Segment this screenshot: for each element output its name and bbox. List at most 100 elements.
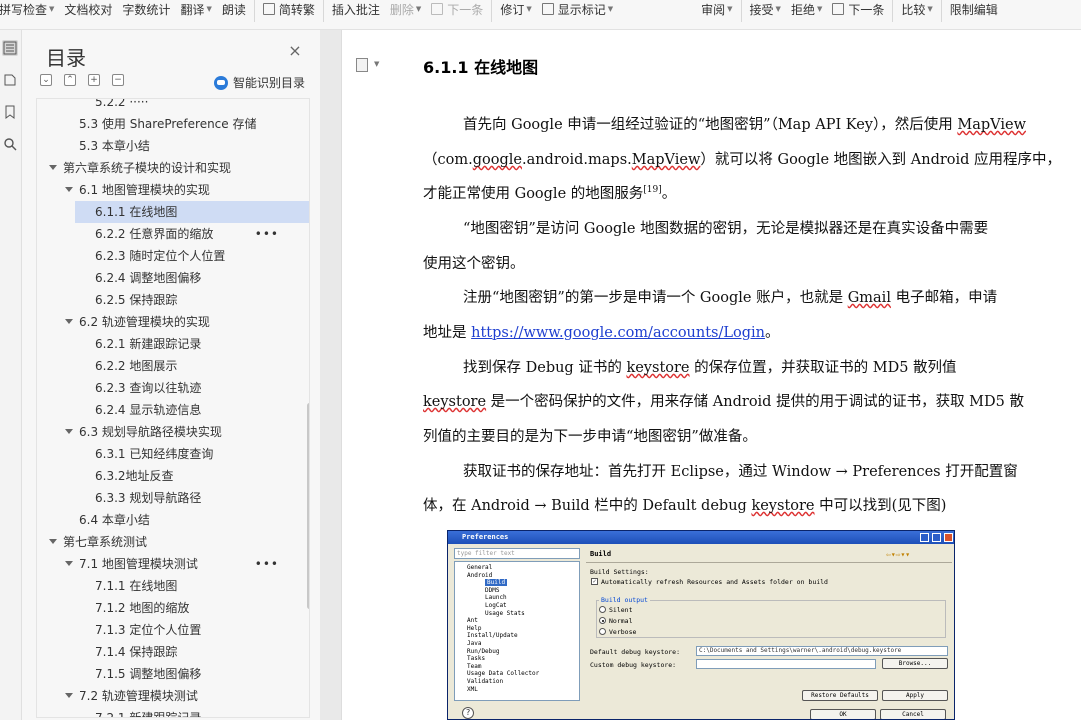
chevron-down-icon[interactable] bbox=[65, 693, 73, 699]
add-heading-icon[interactable]: + bbox=[88, 74, 100, 86]
toc-item-label: 7.2.1 新建跟踪记录 bbox=[95, 711, 202, 718]
read-aloud-label: 朗读 bbox=[221, 2, 246, 17]
toc-item[interactable]: 7.1.3 定位个人位置 bbox=[37, 619, 289, 641]
translate-button[interactable]: 翻译 ▼ bbox=[175, 0, 216, 18]
spell-flagged-word[interactable]: google bbox=[473, 152, 522, 168]
toc-item[interactable]: 7.2 轨迹管理模块测试 bbox=[37, 685, 289, 707]
search-icon[interactable] bbox=[2, 136, 18, 152]
chevron-down-icon: ▼ bbox=[816, 5, 823, 13]
insert-comment-button[interactable]: 插入批注 bbox=[327, 0, 385, 18]
toc-item[interactable]: 6.2.5 保持跟踪 bbox=[37, 289, 289, 311]
spell-flagged-word[interactable]: keystore bbox=[423, 394, 486, 410]
toc-item[interactable]: 6.2.4 显示轨迹信息 bbox=[37, 399, 289, 421]
text-run: 。 bbox=[661, 186, 677, 202]
show-markup-button[interactable]: 显示标记 ▼ bbox=[537, 0, 618, 18]
delete-comment-button[interactable]: 删除 ▼ bbox=[385, 0, 426, 18]
chevron-down-icon[interactable] bbox=[49, 165, 57, 171]
text-run: 才能正常使用 Google 的地图服务 bbox=[423, 186, 644, 202]
image-tree-label: XML bbox=[467, 685, 478, 693]
accept-button[interactable]: 接受 ▼ bbox=[745, 0, 786, 18]
toc-item-label: 6.3.3 规划导航路径 bbox=[95, 491, 202, 505]
spell-flagged-word[interactable]: keystore bbox=[626, 360, 689, 376]
spell-flagged-word[interactable]: keystore bbox=[751, 498, 814, 514]
spell-flagged-word[interactable]: MapView bbox=[957, 117, 1026, 133]
toc-item[interactable]: 6.2.2 任意界面的缩放 ••• bbox=[37, 223, 289, 245]
toc-item[interactable]: 6.2 轨迹管理模块的实现 bbox=[37, 311, 289, 333]
toc-item[interactable]: 6.4 本章小结 bbox=[37, 509, 289, 531]
toc-item[interactable]: 6.2.4 调整地图偏移 bbox=[37, 267, 289, 289]
insert-comment-label: 插入批注 bbox=[331, 2, 380, 17]
text-run: .android.maps. bbox=[521, 152, 632, 168]
toc-item-label: 6.3.2地址反查 bbox=[95, 469, 174, 483]
page-icon[interactable] bbox=[356, 58, 368, 72]
citation-ref[interactable]: [19] bbox=[643, 185, 661, 195]
text-run: ）就可以将 Google 地图嵌入到 Android 应用程序中， bbox=[700, 152, 1062, 168]
spell-flagged-word[interactable]: MapView bbox=[632, 152, 701, 168]
embedded-preferences-image[interactable]: Preferences type filter text General Andr… bbox=[447, 530, 955, 720]
chevron-down-icon[interactable] bbox=[65, 187, 73, 193]
login-link[interactable]: https://www.google.com/accounts/Login bbox=[471, 325, 765, 341]
remove-heading-icon[interactable]: − bbox=[112, 74, 124, 86]
toc-item[interactable]: 5.3 本章小结 bbox=[37, 135, 289, 157]
toc-item[interactable]: 6.2.3 查询以往轨迹 bbox=[37, 377, 289, 399]
toc-item[interactable]: 7.1.2 地图的缩放 bbox=[37, 597, 289, 619]
toc-item-label: 6.2.4 显示轨迹信息 bbox=[95, 403, 202, 417]
compare-button[interactable]: 比较 ▼ bbox=[896, 0, 937, 18]
text-run: 注册“地图密钥”的第一步是申请一个 Google 账户，也就是 bbox=[463, 290, 848, 306]
next-comment-button[interactable]: 下一条 bbox=[426, 0, 488, 18]
collapse-all-icon[interactable]: ⌃ bbox=[64, 74, 76, 86]
chevron-down-icon[interactable] bbox=[65, 429, 73, 435]
chapter-icon[interactable] bbox=[2, 72, 18, 88]
smart-toc-button[interactable]: 智能识别目录 bbox=[214, 74, 305, 91]
image-text: Default debug keystore: bbox=[590, 648, 681, 656]
spell-check-button[interactable]: 拼写检查 ▼ bbox=[0, 0, 59, 18]
toc-item[interactable]: 6.2.1 新建跟踪记录 bbox=[37, 333, 289, 355]
bookmark-icon[interactable] bbox=[2, 104, 18, 120]
reject-label: 拒绝 bbox=[790, 2, 815, 17]
toc-item[interactable]: 5.2.2 ····· bbox=[37, 99, 289, 113]
toc-item[interactable]: 6.3 规划导航路径模块实现 bbox=[37, 421, 289, 443]
toc-item[interactable]: 第七章系统测试 bbox=[37, 531, 289, 553]
minimize-icon bbox=[920, 533, 929, 542]
track-changes-label: 修订 bbox=[500, 2, 525, 17]
toc-scrollbar[interactable] bbox=[307, 403, 309, 609]
toc-item[interactable]: 6.3.2地址反查 bbox=[37, 465, 289, 487]
toc-item[interactable]: 5.3 使用 SharePreference 存储 bbox=[37, 113, 289, 135]
toc-item[interactable]: 7.1.1 在线地图 bbox=[37, 575, 289, 597]
toc-item[interactable]: 6.2.2 地图展示 bbox=[37, 355, 289, 377]
doc-proofread-button[interactable]: 文档校对 bbox=[59, 0, 117, 18]
toc-item[interactable]: 7.1.5 调整地图偏移 bbox=[37, 663, 289, 685]
chevron-down-icon[interactable]: ▼ bbox=[374, 60, 379, 68]
chevron-down-icon[interactable] bbox=[65, 561, 73, 567]
image-tree-item: Usage Stats bbox=[485, 610, 525, 618]
close-icon[interactable]: × bbox=[288, 43, 302, 59]
next-change-button[interactable]: 下一条 bbox=[827, 0, 889, 18]
toc-item-label: 6.3 规划导航路径模块实现 bbox=[79, 425, 222, 439]
toc-item[interactable]: 6.2.3 随时定位个人位置 bbox=[37, 245, 289, 267]
toc-item[interactable]: 6.3.1 已知经纬度查询 bbox=[37, 443, 289, 465]
expand-all-icon[interactable]: ⌄ bbox=[40, 74, 52, 86]
word-count-button[interactable]: 字数统计 bbox=[117, 0, 175, 18]
image-button: Restore Defaults bbox=[802, 690, 878, 701]
toc-item[interactable]: 7.1 地图管理模块测试 ••• bbox=[37, 553, 289, 575]
toc-item[interactable]: 6.1.1 在线地图 bbox=[75, 201, 309, 223]
chevron-down-icon[interactable] bbox=[49, 539, 57, 545]
restrict-editing-button[interactable]: 限制编辑 bbox=[945, 0, 1003, 18]
toc-item[interactable]: 7.1.4 保持跟踪 bbox=[37, 641, 289, 663]
chevron-down-icon[interactable] bbox=[65, 319, 73, 325]
read-aloud-button[interactable]: 朗读 bbox=[217, 0, 251, 18]
track-changes-button[interactable]: 修订 ▼ bbox=[495, 0, 536, 18]
spell-flagged-word[interactable]: Gmail bbox=[848, 290, 891, 306]
toc-item[interactable]: 6.1 地图管理模块的实现 bbox=[37, 179, 289, 201]
toc-panel-icon[interactable] bbox=[2, 40, 18, 56]
toc-item[interactable]: 第六章系统子模块的设计和实现 bbox=[37, 157, 289, 179]
more-options-icon[interactable]: ••• bbox=[255, 553, 279, 575]
simplified-traditional-button[interactable]: 简转繁 bbox=[258, 0, 320, 18]
reject-button[interactable]: 拒绝 ▼ bbox=[786, 0, 827, 18]
toc-item[interactable]: 7.2.1 新建跟踪记录 bbox=[37, 707, 289, 718]
review-toolbar: 拼写检查 ▼ 文档校对 字数统计 翻译 ▼ 朗读 简转繁 插入批注 删除 ▼ 下一条 … bbox=[0, 0, 1081, 30]
toc-item[interactable]: 6.3.3 规划导航路径 bbox=[37, 487, 289, 509]
review-button[interactable]: 审阅 ▼ bbox=[696, 0, 737, 18]
more-options-icon[interactable]: ••• bbox=[255, 223, 279, 245]
toc-item-label: 7.1.3 定位个人位置 bbox=[95, 623, 202, 637]
